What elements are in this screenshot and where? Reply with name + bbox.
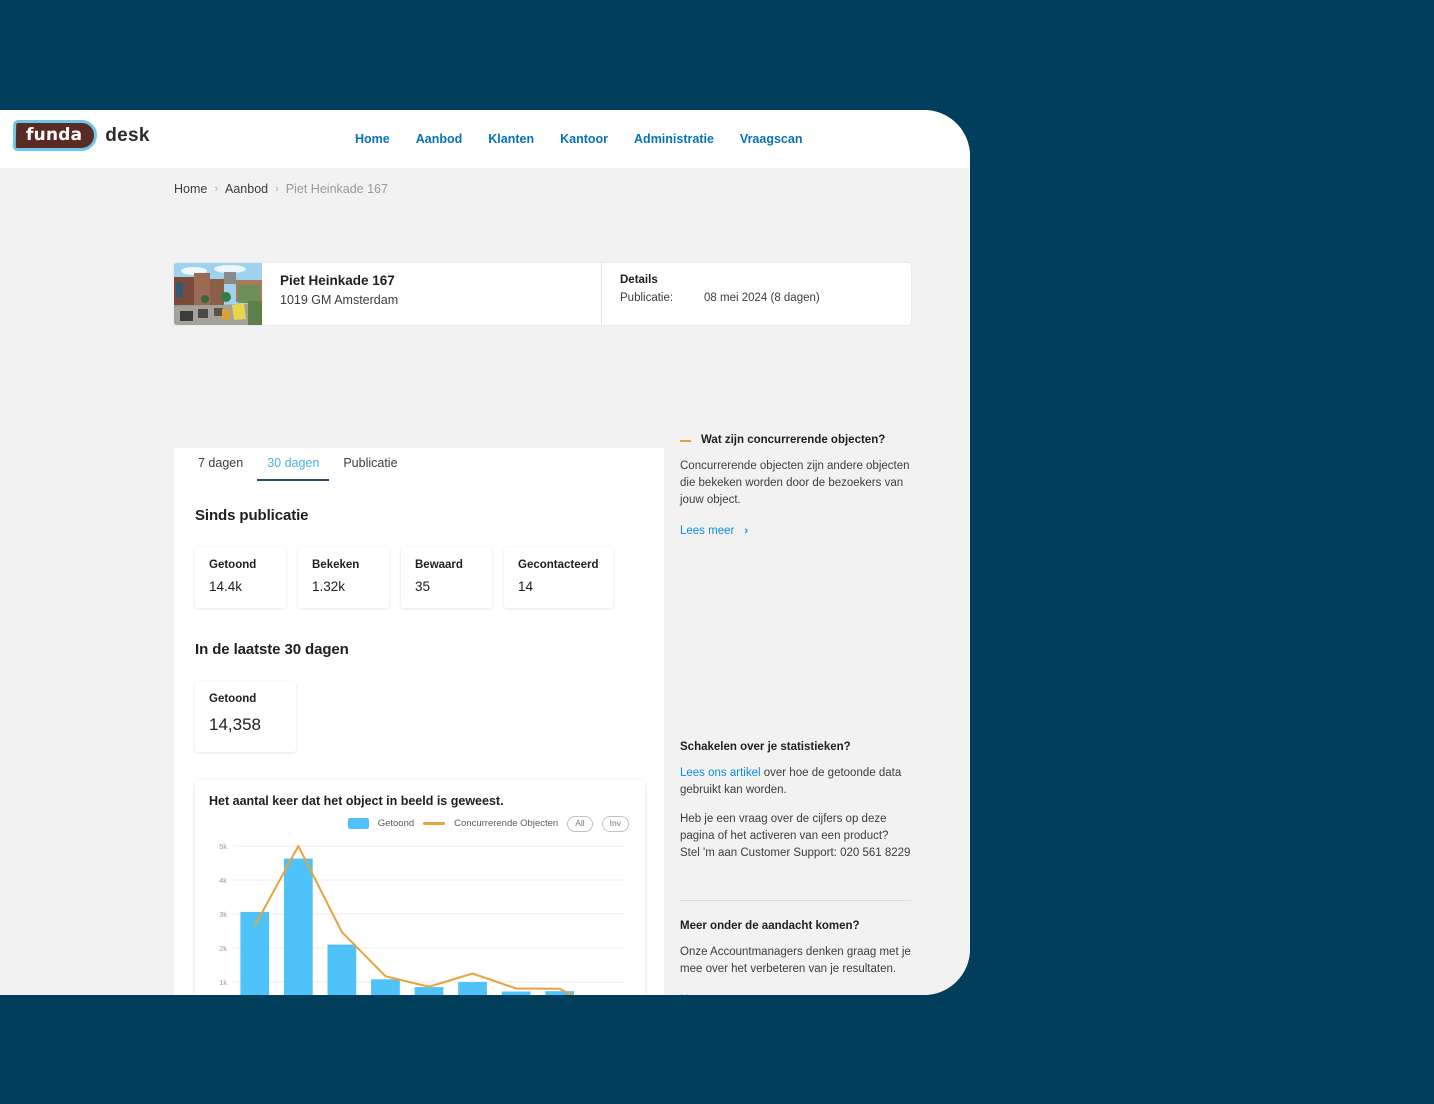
svg-text:2k: 2k [219, 944, 227, 953]
sidebar-contact-heading-row: Meer onder de aandacht komen? [680, 920, 911, 932]
period-tabs: 7 dagen 30 dagen Publicatie [174, 448, 664, 481]
stat-label: Getoond [209, 693, 257, 705]
stat-value: 35 [415, 579, 431, 594]
stat-value: 14 [518, 579, 534, 594]
chevron-right-icon: › [777, 994, 781, 995]
sidebar-stats-heading: Schakelen over je statistieken? [680, 741, 851, 754]
legend-button-all[interactable]: All [567, 816, 593, 832]
sidebar-info-block: Wat zijn concurrerende objecten? Concurr… [680, 434, 911, 543]
breadcrumb-item-aanbod[interactable]: Aanbod [225, 182, 268, 196]
legend-button-inv[interactable]: Inv [601, 816, 629, 832]
sidebar-info-body: Concurrerende objecten zijn andere objec… [680, 460, 910, 507]
stat-value: 1.32k [312, 579, 346, 594]
breadcrumb: Home › Aanbod › Piet Heinkade 167 [0, 168, 970, 206]
sidebar-stats-block: Schakelen over je statistieken? Lees ons… [680, 741, 911, 878]
property-address: 1019 GM Amsterdam [280, 293, 399, 307]
tab-publicatie[interactable]: Publicatie [333, 456, 407, 481]
property-summary-card: Piet Heinkade 167 1019 GM Amsterdam Deta… [174, 263, 911, 325]
nav-item-administratie[interactable]: Administratie [634, 132, 714, 146]
chart-title: Het aantal keer dat het object in beeld … [209, 794, 504, 808]
svg-text:3k: 3k [219, 910, 227, 919]
sidebar-stats-body: Lees ons artikel over hoe de getoonde da… [680, 765, 911, 799]
breadcrumb-item-home[interactable]: Home [174, 182, 207, 196]
last-30-days-title: In de laatste 30 dagen [195, 641, 349, 658]
link-label: Neem contact op [680, 994, 767, 995]
nav-item-klanten[interactable]: Klanten [488, 132, 534, 146]
sidebar-contact-heading: Meer onder de aandacht komen? [680, 920, 860, 933]
product-name-label: desk [105, 124, 150, 146]
legend-bar-label: Getoond [377, 818, 415, 830]
since-publication-title: Sinds publicatie [195, 507, 309, 524]
sidebar-divider [680, 900, 911, 902]
stat-card-bewaard: Bewaard 35 [401, 547, 492, 608]
legend-bar-swatch [347, 818, 369, 830]
impressions-bar-line-chart: 01k2k3k4k5k8910111213141516 [219, 842, 625, 995]
property-photo-image [174, 263, 262, 325]
sidebar-contact-body: Onze Accountmanagers denken graag met je… [680, 946, 911, 976]
breadcrumb-separator-icon: › [275, 183, 279, 195]
page-content: Home › Aanbod › Piet Heinkade 167 Piet H… [0, 168, 970, 995]
sidebar: Wat zijn concurrerende objecten? Concurr… [680, 434, 911, 995]
stat-value: 14.4k [209, 579, 243, 594]
stat-value: 14,358 [209, 715, 261, 734]
stat-card-gecontacteerd: Gecontacteerd 14 [504, 547, 613, 608]
svg-text:5k: 5k [219, 842, 227, 851]
sidebar-stats-heading-row: Schakelen over je statistieken? [680, 741, 911, 753]
chart-legend: Getoond Concurrerende Objecten All Inv [207, 816, 629, 832]
stat-card-getoond-30d: Getoond 14,358 [195, 681, 296, 752]
property-title: Piet Heinkade 167 [280, 273, 395, 288]
property-thumbnail[interactable] [174, 263, 262, 325]
sidebar-contact-block: Meer onder de aandacht komen? Onze Accou… [680, 920, 911, 995]
stat-label: Getoond [209, 559, 257, 571]
svg-text:4k: 4k [219, 876, 227, 885]
impressions-chart-card: Het aantal keer dat het object in beeld … [195, 780, 645, 995]
statistics-panel: Sinds publicatie Getoond 14.4k Bekeken 1… [174, 481, 664, 995]
nav-item-aanbod[interactable]: Aanbod [416, 132, 463, 146]
property-details: Details Publicatie: 08 mei 2024 (8 dagen… [601, 263, 911, 325]
stat-card-getoond: Getoond 14.4k [195, 547, 286, 608]
tab-30-dagen[interactable]: 30 dagen [257, 456, 330, 481]
stat-label: Gecontacteerd [518, 559, 599, 571]
nav-item-kantoor[interactable]: Kantoor [560, 132, 608, 146]
sidebar-info-heading: Wat zijn concurrerende objecten? [701, 434, 886, 446]
legend-line-swatch [423, 822, 446, 826]
brand-logo[interactable]: funda desk [12, 120, 150, 151]
details-heading: Details [620, 274, 658, 286]
sidebar-article-link[interactable]: Lees ons artikel [680, 767, 761, 779]
sidebar-read-more-link[interactable]: Lees meer › [680, 525, 748, 537]
sidebar-contact-link[interactable]: Neem contact op › [680, 994, 781, 995]
publication-row: Publicatie: 08 mei 2024 (8 dagen) [620, 292, 911, 304]
legend-line-label: Concurrerende Objecten [454, 818, 559, 830]
breadcrumb-item-current: Piet Heinkade 167 [285, 182, 388, 196]
breadcrumb-separator-icon: › [214, 183, 219, 195]
tab-7-dagen[interactable]: 7 dagen [188, 456, 253, 481]
since-publication-stats: Getoond 14.4k Bekeken 1.32k Bewaard 35 G… [195, 547, 645, 608]
link-label: Lees meer [680, 525, 735, 538]
sidebar-info-heading-row: Wat zijn concurrerende objecten? [680, 434, 911, 446]
chart-plot-area[interactable]: 01k2k3k4k5k8910111213141516 [207, 838, 631, 995]
stat-label: Bekeken [312, 559, 360, 571]
funda-logo-badge: funda [12, 120, 98, 151]
stat-label: Bewaard [415, 559, 463, 571]
publication-value: 08 mei 2024 (8 dagen) [704, 292, 820, 304]
property-info: Piet Heinkade 167 1019 GM Amsterdam [262, 263, 601, 325]
svg-text:1k: 1k [219, 978, 227, 987]
logo-text: funda [25, 125, 83, 145]
nav-item-vraagscan[interactable]: Vraagscan [740, 132, 803, 146]
dash-icon [680, 440, 691, 442]
sidebar-support-body: Heb je een vraag over de cijfers op deze… [680, 813, 911, 860]
chevron-right-icon: › [744, 525, 749, 538]
main-nav-links: Home Aanbod Klanten Kantoor Administrati… [355, 110, 802, 168]
nav-item-home[interactable]: Home [355, 132, 390, 146]
browser-window: funda desk Home Aanbod Klanten Kantoor A… [0, 110, 970, 995]
stat-card-bekeken: Bekeken 1.32k [298, 547, 389, 608]
last-30-days-shown-stat: Getoond 14,358 [195, 681, 645, 752]
top-navigation-bar: funda desk Home Aanbod Klanten Kantoor A… [0, 110, 970, 168]
publication-label: Publicatie: [620, 292, 674, 304]
